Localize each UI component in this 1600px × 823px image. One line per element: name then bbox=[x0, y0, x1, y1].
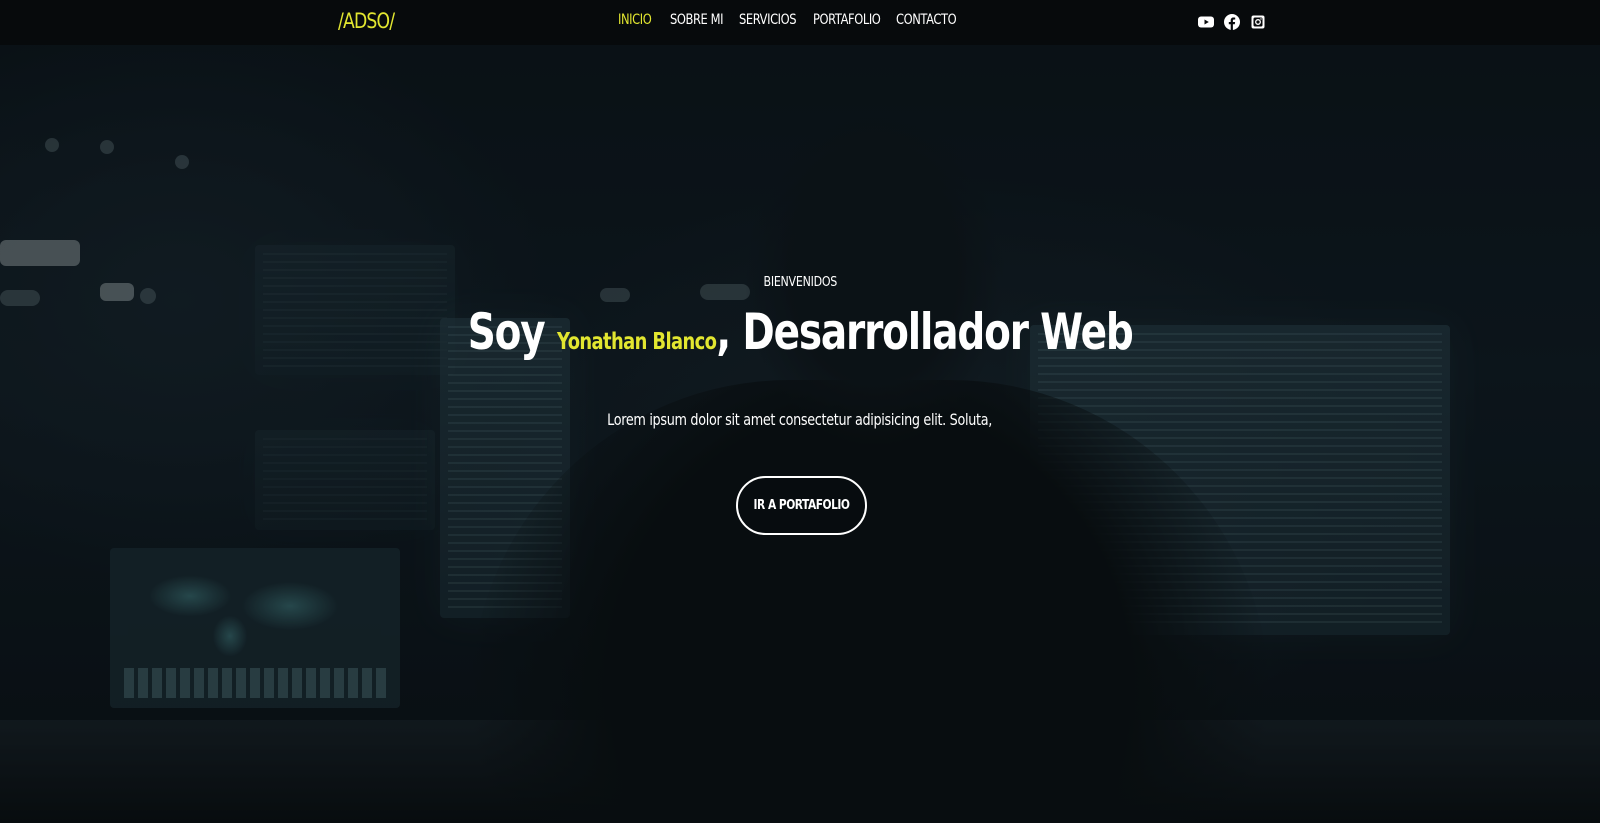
portfolio-button-label: IR A PORTAFOLIO bbox=[753, 498, 850, 513]
hero-kicker: BIENVENIDOS bbox=[0, 275, 1600, 290]
hero-title-suffix: , Desarrollador Web bbox=[716, 303, 1134, 361]
hero-title-inner: Soy Yonathan Blanco, Desarrollador Web bbox=[467, 300, 1134, 374]
hero-title: Soy Yonathan Blanco, Desarrollador Web bbox=[0, 300, 1600, 374]
main-nav: INICIO SOBRE MI SERVICIOS PORTAFOLIO CON… bbox=[618, 12, 966, 28]
portfolio-button[interactable]: IR A PORTAFOLIO bbox=[736, 476, 867, 535]
nav-item-sobre-mi[interactable]: SOBRE MI bbox=[670, 12, 727, 28]
brand-logo[interactable]: /ADSO/ bbox=[338, 9, 395, 33]
hero-lead: Lorem ipsum dolor sit amet consectetur a… bbox=[0, 410, 1600, 429]
hero-name: Yonathan Blanco bbox=[556, 329, 717, 355]
navbar: /ADSO/ INICIO SOBRE MI SERVICIOS PORTAFO… bbox=[0, 0, 1600, 45]
instagram-icon[interactable] bbox=[1250, 14, 1266, 30]
page: /ADSO/ INICIO SOBRE MI SERVICIOS PORTAFO… bbox=[0, 0, 1600, 823]
facebook-icon[interactable] bbox=[1224, 14, 1240, 30]
nav-item-inicio[interactable]: INICIO bbox=[618, 12, 661, 28]
hero-title-prefix: Soy bbox=[467, 303, 546, 361]
hero-section: BIENVENIDOS Soy Yonathan Blanco, Desarro… bbox=[0, 0, 1600, 823]
nav-item-servicios[interactable]: SERVICIOS bbox=[739, 12, 800, 28]
youtube-icon[interactable] bbox=[1198, 14, 1214, 30]
hero-kicker-text: BIENVENIDOS bbox=[763, 275, 837, 290]
nav-item-contacto[interactable]: CONTACTO bbox=[896, 12, 957, 28]
nav-item-portafolio[interactable]: PORTAFOLIO bbox=[813, 12, 881, 28]
social-links bbox=[1198, 14, 1266, 30]
hero-lead-text: Lorem ipsum dolor sit amet consectetur a… bbox=[607, 410, 993, 429]
